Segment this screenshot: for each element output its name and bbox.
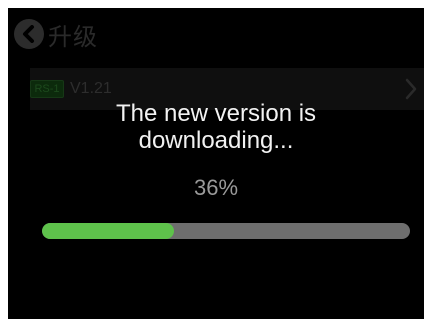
download-message: The new version is downloading... [115, 100, 317, 154]
page-title: 升级 [48, 22, 98, 51]
chevron-left-icon [23, 25, 34, 43]
back-button[interactable] [14, 19, 44, 49]
header: 升级 [14, 18, 98, 51]
download-percent: 36% [193, 175, 239, 200]
download-progress-fill [42, 223, 175, 239]
version-badge: RS-1 [30, 80, 64, 98]
version-label: V1.21 [70, 80, 112, 97]
chevron-right-icon [405, 78, 417, 100]
download-progress-bar [42, 223, 410, 239]
device-screen: 升级 RS-1 V1.21 The new version is downloa… [8, 8, 424, 319]
